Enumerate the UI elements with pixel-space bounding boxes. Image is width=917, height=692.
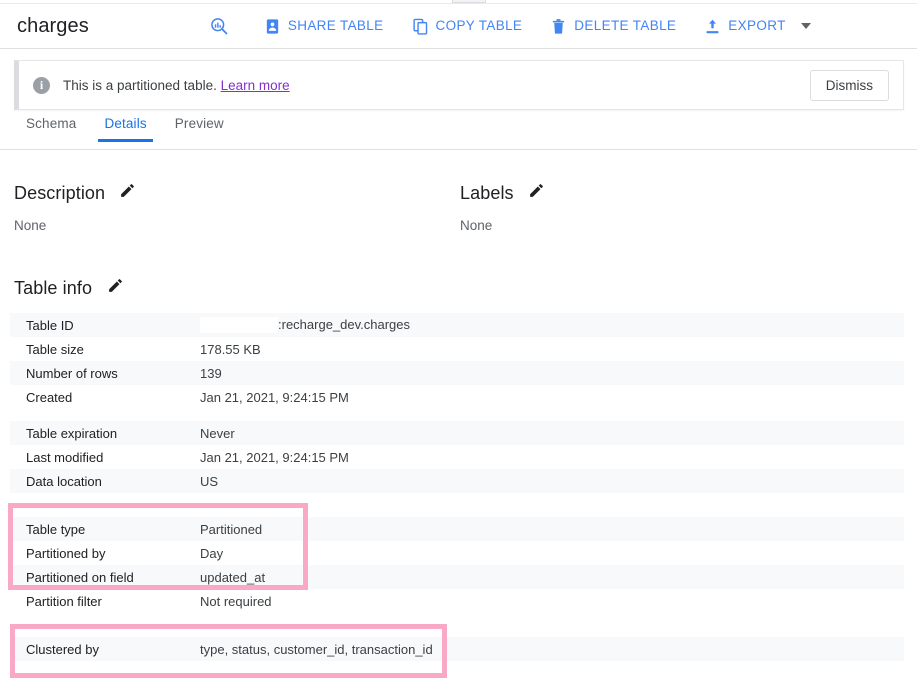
description-labels-row: Description None Labels None [0,182,917,233]
share-table-icon [264,18,281,35]
table-row: Table ID :recharge_dev.charges [10,313,904,337]
copy-table-icon [412,18,429,35]
tab-details[interactable]: Details [90,116,160,142]
row-value: :recharge_dev.charges [200,317,410,334]
row-label: Clustered by [26,641,99,657]
table-row: Data location US [10,469,904,493]
export-label: EXPORT [728,18,786,34]
page-title: charges [17,14,89,37]
info-icon: i [33,76,50,94]
table-row: Table expiration Never [10,421,904,445]
row-value: 139 [200,365,222,381]
table-info-title: Table info [14,277,93,298]
chevron-down-icon[interactable] [800,23,811,29]
table-row: Table type Partitioned [10,517,904,541]
row-label: Partition filter [26,593,102,609]
export-button[interactable]: EXPORT [696,13,793,40]
tab-schema[interactable]: Schema [12,116,90,141]
description-header: Description [14,182,460,204]
row-label: Partitioned by [26,545,106,561]
table-row: Created Jan 21, 2021, 9:24:15 PM [10,385,904,409]
export-icon [704,18,721,35]
row-label: Number of rows [26,365,118,381]
row-value: 178.55 KB [200,341,261,357]
row-value: Not required [200,593,272,609]
row-label: Table ID [26,317,74,333]
share-table-button[interactable]: SHARE TABLE [256,13,392,40]
labels-section: Labels None [460,182,545,233]
learn-more-link[interactable]: Learn more [221,78,290,93]
table-row: Partition filter Not required [10,589,904,613]
row-label: Table type [26,521,86,537]
labels-title: Labels [460,182,514,203]
table-row: Partitioned by Day [10,541,904,565]
table-row: Last modified Jan 21, 2021, 9:24:15 PM [10,445,904,469]
table-row: Table size 178.55 KB [10,337,904,361]
row-value: Day [200,545,224,561]
table-info-header: Table info [14,277,124,299]
row-spacer [10,409,904,421]
row-value: Jan 21, 2021, 9:24:15 PM [200,449,349,465]
row-value: US [200,473,219,489]
labels-header: Labels [460,182,545,204]
labels-value: None [460,218,493,233]
browser-tab-artifact [452,0,486,3]
edit-labels-pencil-icon[interactable] [528,182,545,204]
description-title: Description [14,182,106,203]
row-value: Never [200,425,235,441]
query-table-icon [209,16,229,36]
row-value: Jan 21, 2021, 9:24:15 PM [200,389,349,405]
toolbar: SHARE TABLE COPY TABLE DELETE TABLE EXPO… [201,4,811,48]
redaction-block [200,317,278,334]
edit-table-info-pencil-icon[interactable] [107,277,124,299]
row-label: Table size [26,341,84,357]
banner-message-text: This is a partitioned table. [63,77,217,93]
detail-tabs: Schema Details Preview [0,116,917,150]
row-label: Data location [26,473,102,489]
row-value: updated_at [200,569,266,585]
dismiss-button[interactable]: Dismiss [809,69,889,101]
row-label: Table expiration [26,425,118,441]
share-table-label: SHARE TABLE [287,18,384,34]
row-value: Partitioned [200,521,263,537]
row-spacer [10,493,904,505]
edit-description-pencil-icon[interactable] [119,182,136,204]
description-value: None [14,218,47,233]
table-row: Partitioned on field updated_at [10,565,904,589]
partitioned-table-banner: i This is a partitioned table. Learn mor… [14,60,904,110]
delete-table-button[interactable]: DELETE TABLE [542,13,684,40]
description-section: Description None [0,182,460,233]
table-id-text: :recharge_dev.charges [278,316,411,332]
copy-table-label: COPY TABLE [435,18,523,34]
row-label: Partitioned on field [26,569,134,585]
delete-table-label: DELETE TABLE [574,18,677,34]
row-spacer [10,613,904,625]
table-info-list: Table ID :recharge_dev.charges Table siz… [10,313,904,661]
tab-preview[interactable]: Preview [161,116,238,141]
delete-table-icon [550,18,567,35]
table-row: Clustered by type, status, customer_id, … [10,637,904,661]
table-header-toolbar: charges SHARE TABLE COPY TABLE DELETE TA… [0,4,917,49]
row-spacer [10,505,904,517]
row-label: Created [26,389,73,405]
query-table-button[interactable] [201,11,244,41]
row-label: Last modified [26,449,104,465]
copy-table-button[interactable]: COPY TABLE [404,13,531,40]
table-row: Number of rows 139 [10,361,904,385]
row-spacer [10,625,904,637]
banner-message: This is a partitioned table. Learn more [63,78,290,93]
row-value: type, status, customer_id, transaction_i… [200,641,433,657]
